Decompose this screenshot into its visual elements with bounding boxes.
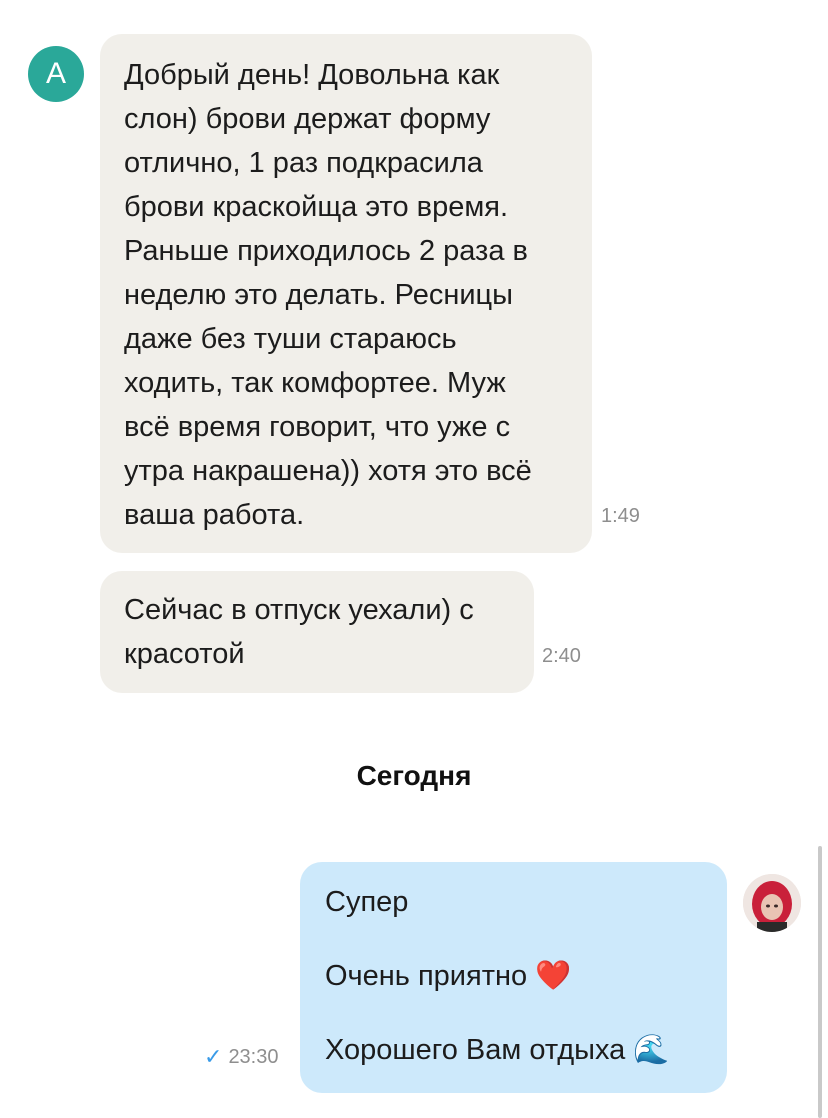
message-line: Сейчас в отпуск уехали) с [124,594,474,626]
message-line: Раньше приходилось 2 раза в [124,235,528,267]
day-separator: Сегодня [356,760,472,791]
scrollbar[interactable] [818,846,822,1118]
message-bubble[interactable]: Добрый день! Довольна как слон) брови де… [100,34,592,553]
avatar[interactable]: A [28,46,84,102]
outgoing-status: ✓ 23:30 [204,1044,279,1070]
message-line: ваша работа. [124,499,305,531]
message-line: брови краскойща это время. [124,191,509,223]
message-line: слон) брови держат форму [124,103,491,135]
message-line: Хорошего Вам отдыха 🌊 [325,1034,670,1066]
message-line: даже без туши стараюсь [124,323,457,355]
user-avatar[interactable] [743,874,801,932]
message-line: всё время говорит, что уже с [124,411,511,443]
message-line: ходить, так комфортее. Муж [124,367,506,399]
message-time: 1:49 [601,505,640,527]
message-line: утра накрашена)) хотя это всё [124,455,532,487]
message-time: 2:40 [542,645,581,667]
message-line: неделю это делать. Ресницы [124,279,513,311]
message-line: Добрый день! Довольна как [124,59,500,91]
message-line: Очень приятно ❤️ [325,960,572,992]
message-line: Супер [325,886,409,918]
message-bubble[interactable]: Сейчас в отпуск уехали) с красотой [100,571,534,693]
message-line: отлично, 1 раз подкрасила [124,147,483,179]
message-time: 23:30 [228,1045,279,1068]
message-line: красотой [124,638,245,670]
outgoing-message-bubble[interactable]: Супер Очень приятно ❤️ Хорошего Вам отды… [300,862,727,1093]
avatar-photo-icon [743,874,801,932]
check-icon: ✓ [204,1044,223,1069]
chat-view: A Добрый день! Довольна как слон) брови … [0,0,828,1118]
